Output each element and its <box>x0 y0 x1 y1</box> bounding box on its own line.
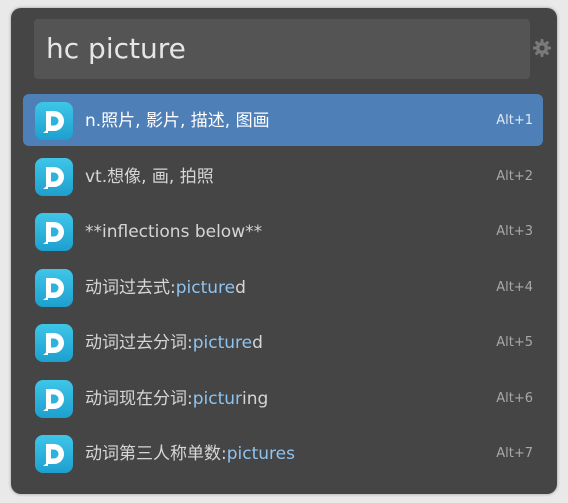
result-text: 动词现在分词:picturing <box>85 372 268 424</box>
result-prefix: **inflections below** <box>85 222 263 242</box>
shortcut-label: Alt+6 <box>496 390 533 406</box>
result-prefix: 动词过去分词: <box>85 333 193 353</box>
result-text: 动词过去分词:pictured <box>85 316 263 368</box>
result-highlight: picture <box>192 333 253 353</box>
dictionary-app-icon <box>35 324 73 362</box>
shortcut-label: Alt+3 <box>496 224 533 239</box>
search-input[interactable]: hc picture <box>34 19 530 79</box>
gear-icon[interactable] <box>532 38 552 58</box>
result-highlight: pictur <box>192 388 243 409</box>
result-text: vt.想像, 画, 拍照 <box>85 150 214 202</box>
result-highlight: picture <box>175 277 236 298</box>
result-prefix: 动词第三人称单数: <box>85 444 227 464</box>
shortcut-label: Alt+7 <box>496 446 533 461</box>
result-prefix: vt.想像, 画, 拍照 <box>85 166 214 187</box>
result-text: **inflections below** <box>85 205 262 257</box>
result-text: n.照片, 影片, 描述, 图画 <box>85 94 270 146</box>
result-suffix: d <box>235 277 246 298</box>
result-prefix: 动词现在分词: <box>85 388 193 409</box>
result-row[interactable]: **inflections below** Alt+3 <box>23 205 543 257</box>
result-suffix: ing <box>242 388 269 409</box>
dictionary-app-icon <box>35 268 73 307</box>
dictionary-app-icon <box>35 379 73 418</box>
result-prefix: n.照片, 影片, 描述, 图画 <box>85 111 270 131</box>
dictionary-app-icon <box>35 157 73 196</box>
result-text: 动词过去式:pictured <box>85 261 246 313</box>
result-row[interactable]: 动词过去式:pictured Alt+4 <box>23 261 543 313</box>
shortcut-label: Alt+5 <box>496 335 533 350</box>
result-row[interactable]: n.照片, 影片, 描述, 图画 Alt+1 <box>23 94 543 146</box>
result-prefix: 动词过去式: <box>85 277 176 298</box>
result-suffix: d <box>252 333 263 353</box>
result-highlight: pictures <box>226 444 295 464</box>
dictionary-app-icon <box>35 213 73 251</box>
shortcut-label: Alt+4 <box>496 279 533 295</box>
result-text: 动词第三人称单数:pictures <box>85 427 295 479</box>
result-row[interactable]: 动词过去分词:pictured Alt+5 <box>23 316 543 368</box>
result-row[interactable]: 动词现在分词:picturing Alt+6 <box>23 372 543 424</box>
result-row[interactable]: vt.想像, 画, 拍照 Alt+2 <box>23 150 543 202</box>
shortcut-label: Alt+1 <box>496 113 533 128</box>
dictionary-app-icon <box>35 435 73 473</box>
shortcut-label: Alt+2 <box>496 168 533 184</box>
dictionary-app-icon <box>35 102 73 140</box>
results-list: n.照片, 影片, 描述, 图画 Alt+1 vt.想像, 画, 拍照 Alt+2 **… <box>23 94 543 483</box>
result-row[interactable]: 动词第三人称单数:pictures Alt+7 <box>23 427 543 479</box>
launcher-window: hc picture n.照片, 影片, 描述, 图画 Alt+1 vt.想像, 画… <box>11 8 557 494</box>
